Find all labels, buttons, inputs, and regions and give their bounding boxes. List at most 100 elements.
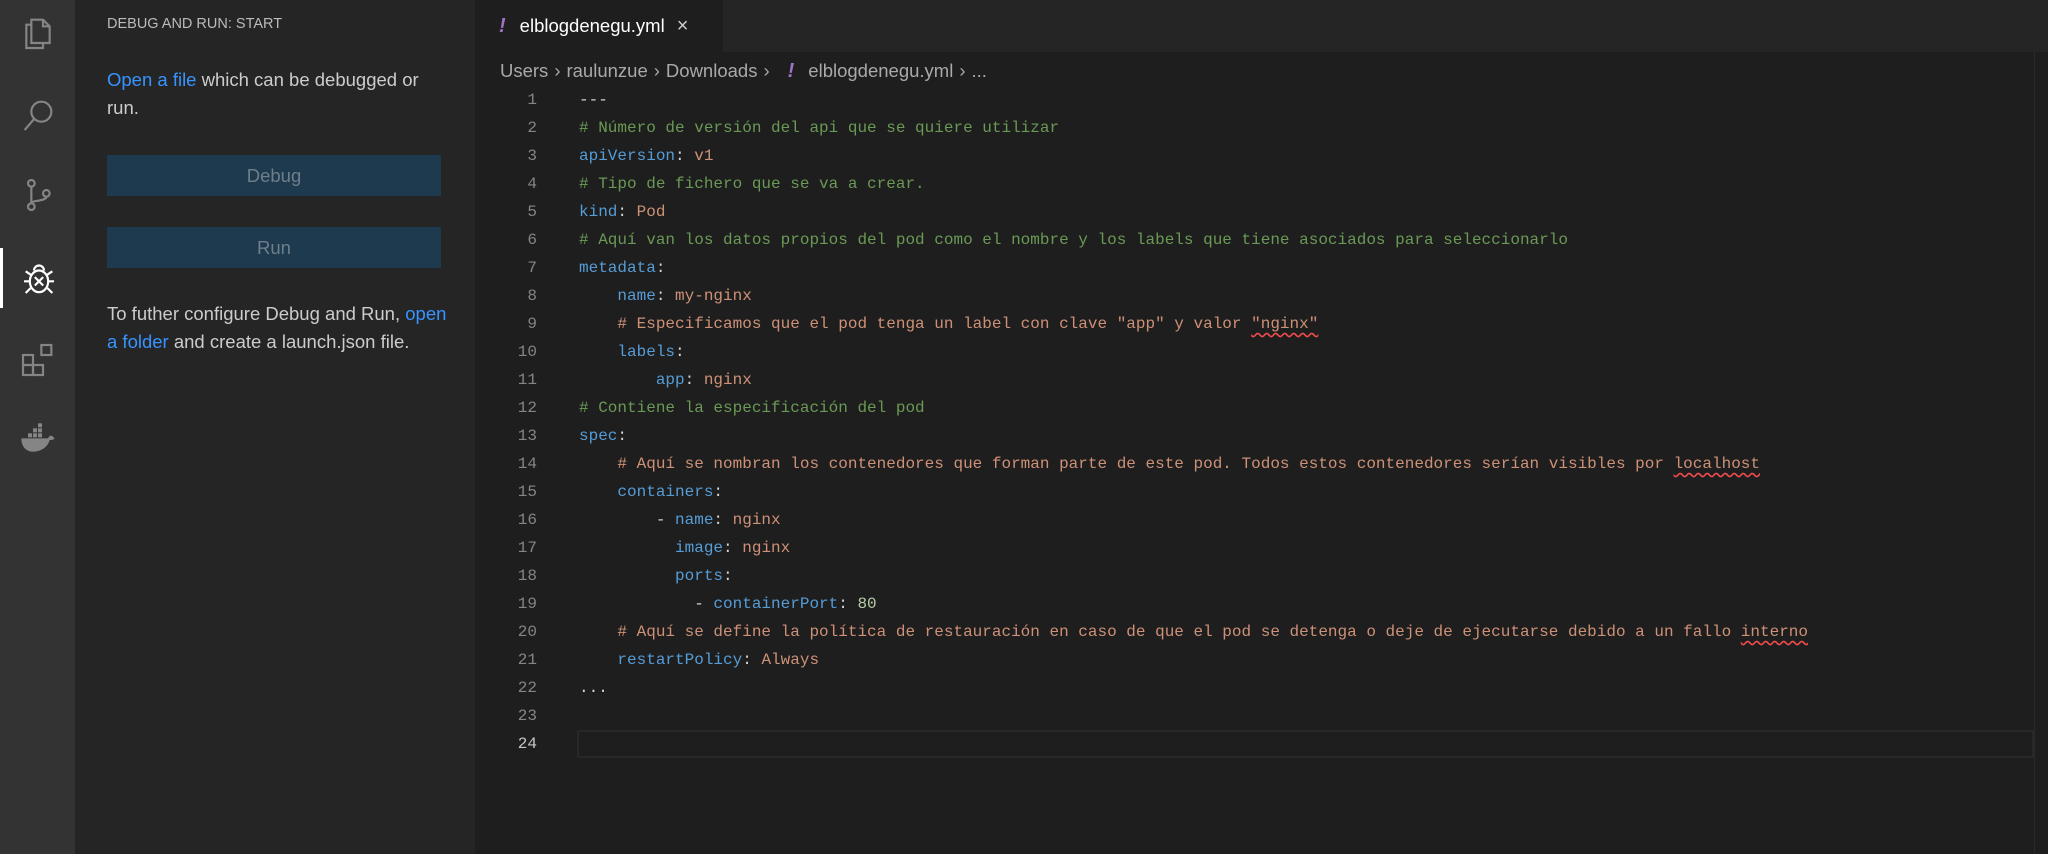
chevron-right-icon: › <box>763 60 770 81</box>
line-number: 2 <box>527 119 537 137</box>
line-number-gutter: 1 2 3 4 5 6 7 8 9 10 11 12 13 14 15 16 17 18 19 20 21 22 23 24 <box>475 86 537 758</box>
debug-button[interactable] <box>0 248 75 308</box>
code-editor[interactable]: --- # Número de versión del api que se qu… <box>577 86 2034 758</box>
tab-elblogdenegu-yml[interactable]: ! elblogdenegu.yml × <box>475 0 723 52</box>
code-line[interactable]: # Aquí se nombran los contenedores que f… <box>579 450 2034 478</box>
breadcrumb-more[interactable]: ... <box>972 60 987 82</box>
code-line[interactable] <box>577 730 2034 758</box>
code-token: : <box>742 651 762 669</box>
code-token: nginx <box>703 371 752 389</box>
docker-icon <box>20 423 55 452</box>
code-line[interactable]: restartPolicy: Always <box>579 646 2034 674</box>
files-icon <box>24 18 51 50</box>
code-line[interactable]: name: my-nginx <box>579 282 2034 310</box>
line-number: 9 <box>527 315 537 333</box>
docker-button[interactable] <box>0 410 75 470</box>
line-number: 3 <box>527 147 537 165</box>
code-token: 80 <box>857 595 877 613</box>
code-line[interactable]: apiVersion: v1 <box>579 142 2034 170</box>
code-token: --- <box>579 91 608 109</box>
debug-sidebar: DEBUG AND RUN: START Open a file which c… <box>75 0 475 854</box>
line-number: 18 <box>517 567 537 585</box>
tab-label: elblogdenegu.yml <box>519 15 665 36</box>
code-line[interactable]: # Aquí se define la política de restaura… <box>579 618 2034 646</box>
code-token: containerPort <box>713 595 839 613</box>
code-token: # Número de versión del api que se quier… <box>579 119 1060 137</box>
explorer-button[interactable] <box>0 3 75 63</box>
code-token: # Tipo de fichero que se va a crear. <box>579 175 925 193</box>
line-number: 6 <box>527 231 537 249</box>
code-line[interactable]: ... <box>579 674 2034 702</box>
line-number: 23 <box>517 707 537 725</box>
code-line[interactable]: ports: <box>579 562 2034 590</box>
code-token: metadata <box>579 259 656 277</box>
source-control-icon <box>26 178 51 212</box>
code-line[interactable] <box>579 702 2034 730</box>
code-line[interactable]: image: nginx <box>579 534 2034 562</box>
code-token: # Aquí se nombran los contenedores que f… <box>617 455 1674 473</box>
code-token: restartPolicy <box>617 651 743 669</box>
line-number: 12 <box>517 399 537 417</box>
code-token: # Aquí van los datos propios del pod com… <box>579 231 1568 249</box>
code-line[interactable]: --- <box>579 86 2034 114</box>
breadcrumb-item[interactable]: Users <box>500 60 548 82</box>
line-number: 11 <box>517 371 537 389</box>
code-line[interactable]: containers: <box>579 478 2034 506</box>
code-token: image <box>675 539 724 557</box>
close-icon[interactable]: × <box>677 15 689 38</box>
code-token: : <box>723 567 733 585</box>
code-line[interactable]: # Aquí van los datos propios del pod com… <box>579 226 2034 254</box>
extensions-button[interactable] <box>0 330 75 390</box>
line-number: 13 <box>517 427 537 445</box>
code-token: Pod <box>636 203 666 221</box>
search-button[interactable] <box>0 85 75 145</box>
code-token: kind <box>579 203 618 221</box>
code-token: # Contiene la especificación del pod <box>579 399 925 417</box>
vertical-scrollbar[interactable] <box>2034 52 2048 854</box>
code-line[interactable]: # Especificamos que el pod tenga un labe… <box>579 310 2034 338</box>
search-icon <box>23 100 52 131</box>
debug-start-button[interactable]: Debug <box>107 155 441 196</box>
spelling-error-token: interno <box>1740 623 1809 641</box>
code-token: : <box>675 343 685 361</box>
line-number: 8 <box>527 287 537 305</box>
run-button[interactable]: Run <box>107 227 441 268</box>
code-line[interactable]: # Contiene la especificación del pod <box>579 394 2034 422</box>
code-line[interactable]: kind: Pod <box>579 198 2034 226</box>
breadcrumb-item[interactable]: Downloads <box>666 60 758 82</box>
code-line[interactable]: app: nginx <box>579 366 2034 394</box>
line-number: 21 <box>517 651 537 669</box>
line-number: 16 <box>517 511 537 529</box>
code-token: : <box>655 287 676 305</box>
chevron-right-icon: › <box>653 60 660 81</box>
code-line[interactable]: labels: <box>579 338 2034 366</box>
spelling-error-token: localhost <box>1673 455 1760 473</box>
breadcrumb-item[interactable]: raulunzue <box>566 60 647 82</box>
code-token: ports <box>675 567 724 585</box>
code-token: nginx <box>732 511 781 529</box>
open-file-link[interactable]: Open a file <box>107 69 196 90</box>
breadcrumb-file[interactable]: elblogdenegu.yml <box>808 60 953 82</box>
code-token: containers <box>617 483 714 501</box>
code-line[interactable]: # Tipo de fichero que se va a crear. <box>579 170 2034 198</box>
line-number: 14 <box>517 455 537 473</box>
code-line[interactable]: - name: nginx <box>579 506 2034 534</box>
sidebar-title: DEBUG AND RUN: START <box>107 16 283 32</box>
source-control-button[interactable] <box>0 165 75 225</box>
line-number: 1 <box>527 91 537 109</box>
code-token: : <box>838 595 858 613</box>
code-line[interactable]: - containerPort: 80 <box>579 590 2034 618</box>
code-token: : <box>617 427 628 445</box>
code-token: # Aquí se define la política de restaura… <box>617 623 1741 641</box>
code-line[interactable]: spec: <box>579 422 2034 450</box>
line-number: 5 <box>527 203 537 221</box>
code-line[interactable]: # Número de versión del api que se quier… <box>579 114 2034 142</box>
line-number: 10 <box>517 343 537 361</box>
code-line[interactable]: metadata: <box>579 254 2034 282</box>
chevron-right-icon: › <box>554 60 561 81</box>
